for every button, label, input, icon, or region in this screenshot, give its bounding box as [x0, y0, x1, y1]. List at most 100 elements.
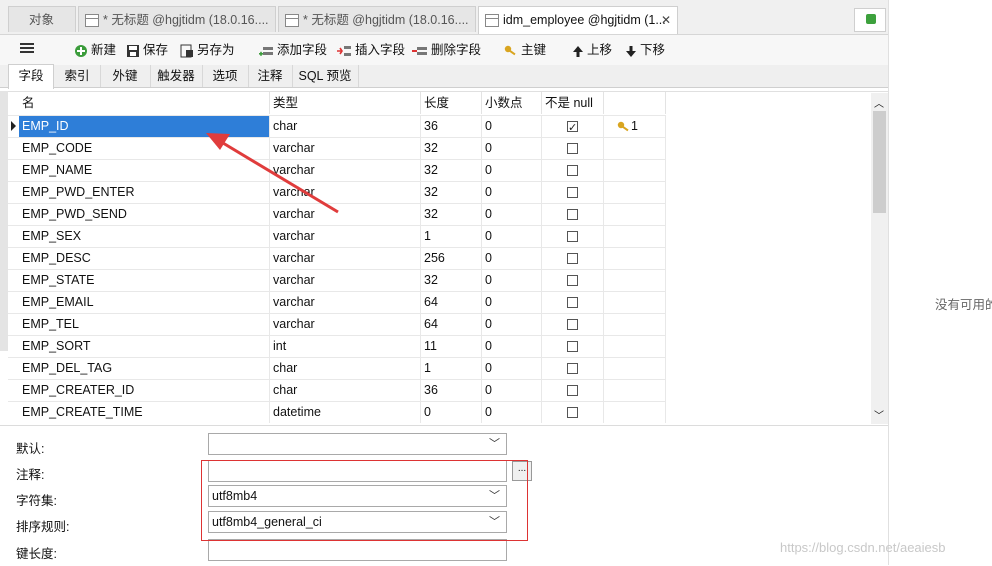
not-null-checkbox[interactable] — [567, 165, 578, 176]
table-row[interactable]: EMP_DEL_TAG char 1 0 — [8, 357, 666, 379]
cell-length[interactable]: 11 — [421, 336, 482, 357]
cell-decimals[interactable]: 0 — [482, 226, 542, 247]
cell-type[interactable]: datetime — [270, 402, 421, 423]
move-down-button[interactable]: 下移 — [625, 41, 665, 59]
cell-type[interactable]: varchar — [270, 314, 421, 335]
tab-fields[interactable]: 字段 — [8, 64, 54, 89]
not-null-checkbox[interactable] — [567, 341, 578, 352]
cell-length[interactable]: 64 — [421, 292, 482, 313]
not-null-checkbox[interactable] — [567, 407, 578, 418]
not-null-checkbox[interactable] — [567, 363, 578, 374]
not-null-checkbox[interactable] — [567, 231, 578, 242]
add-field-button[interactable]: 添加字段 — [258, 41, 327, 59]
cell-decimals[interactable]: 0 — [482, 182, 542, 203]
not-null-checkbox[interactable] — [567, 209, 578, 220]
menu-icon[interactable] — [20, 41, 34, 55]
table-row[interactable]: EMP_STATE varchar 32 0 — [8, 269, 666, 291]
scrollbar-thumb[interactable] — [873, 111, 886, 213]
cell-decimals[interactable]: 0 — [482, 116, 542, 137]
cell-decimals[interactable]: 0 — [482, 138, 542, 159]
grid-scrollbar[interactable]: ︿ ﹀ — [871, 93, 888, 424]
cell-name[interactable]: EMP_SORT — [19, 336, 270, 357]
table-row[interactable]: EMP_SORT int 11 0 — [8, 335, 666, 357]
close-icon[interactable]: ✕ — [661, 7, 671, 33]
cell-type[interactable]: char — [270, 358, 421, 379]
column-header-not-null[interactable]: 不是 null — [542, 92, 604, 114]
cell-decimals[interactable]: 0 — [482, 336, 542, 357]
delete-field-button[interactable]: 删除字段 — [412, 41, 481, 59]
tab-untitled-2[interactable]: * 无标题 @hgjtidm (18.0.16.... — [278, 6, 476, 32]
cell-length[interactable]: 36 — [421, 116, 482, 137]
not-null-checkbox[interactable] — [567, 297, 578, 308]
column-header-type[interactable]: 类型 — [270, 92, 421, 114]
cell-type[interactable]: varchar — [270, 248, 421, 269]
not-null-checkbox[interactable] — [567, 319, 578, 330]
cell-name[interactable]: EMP_SEX — [19, 226, 270, 247]
cell-name[interactable]: EMP_CREATER_ID — [19, 380, 270, 401]
table-row[interactable]: EMP_SEX varchar 1 0 — [8, 225, 666, 247]
tab-objects[interactable]: 对象 — [8, 6, 76, 32]
cell-name[interactable]: EMP_DEL_TAG — [19, 358, 270, 379]
tab-foreign-keys[interactable]: 外键 — [100, 65, 151, 87]
cell-decimals[interactable]: 0 — [482, 248, 542, 269]
new-tab-button[interactable] — [854, 8, 886, 32]
move-up-button[interactable]: 上移 — [572, 41, 612, 59]
cell-length[interactable]: 32 — [421, 182, 482, 203]
not-null-checkbox[interactable] — [567, 187, 578, 198]
cell-decimals[interactable]: 0 — [482, 380, 542, 401]
column-header-decimals[interactable]: 小数点 — [482, 92, 542, 114]
save-as-button[interactable]: 另存为 — [180, 41, 235, 59]
not-null-checkbox[interactable] — [567, 385, 578, 396]
cell-length[interactable]: 32 — [421, 270, 482, 291]
table-row[interactable]: EMP_DESC varchar 256 0 — [8, 247, 666, 269]
cell-length[interactable]: 32 — [421, 204, 482, 225]
cell-decimals[interactable]: 0 — [482, 292, 542, 313]
column-header-length[interactable]: 长度 — [421, 92, 482, 114]
chevron-down-icon[interactable]: ﹀ — [874, 407, 884, 422]
cell-decimals[interactable]: 0 — [482, 358, 542, 379]
new-button[interactable]: 新建 — [74, 41, 116, 59]
cell-length[interactable]: 1 — [421, 358, 482, 379]
cell-decimals[interactable]: 0 — [482, 402, 542, 423]
cell-length[interactable]: 1 — [421, 226, 482, 247]
cell-type[interactable]: varchar — [270, 270, 421, 291]
cell-decimals[interactable]: 0 — [482, 270, 542, 291]
cell-length[interactable]: 36 — [421, 380, 482, 401]
cell-name[interactable]: EMP_DESC — [19, 248, 270, 269]
cell-type[interactable]: char — [270, 380, 421, 401]
tab-indexes[interactable]: 索引 — [54, 65, 101, 87]
cell-length[interactable]: 32 — [421, 138, 482, 159]
tab-idm-employee[interactable]: idm_employee @hgjtidm (1... ✕ — [478, 6, 678, 34]
table-row[interactable]: EMP_TEL varchar 64 0 — [8, 313, 666, 335]
not-null-checkbox[interactable] — [567, 253, 578, 264]
cell-decimals[interactable]: 0 — [482, 204, 542, 225]
primary-key-button[interactable]: 主键 — [504, 41, 546, 59]
default-select[interactable]: ﹀ — [208, 433, 507, 455]
tab-comment[interactable]: 注释 — [248, 65, 293, 87]
key-length-input[interactable] — [208, 539, 507, 561]
not-null-checkbox[interactable] — [567, 143, 578, 154]
cell-type[interactable]: varchar — [270, 292, 421, 313]
column-header-name[interactable]: 名 — [19, 92, 270, 114]
tab-untitled-1[interactable]: * 无标题 @hgjtidm (18.0.16.... — [78, 6, 276, 32]
cell-decimals[interactable]: 0 — [482, 160, 542, 181]
table-row[interactable]: EMP_CREATER_ID char 36 0 — [8, 379, 666, 401]
left-splitter[interactable] — [0, 91, 8, 351]
cell-length[interactable]: 32 — [421, 160, 482, 181]
chevron-up-icon[interactable]: ︿ — [874, 95, 884, 110]
tab-options[interactable]: 选项 — [202, 65, 249, 87]
cell-name[interactable]: EMP_CREATE_TIME — [19, 402, 270, 423]
insert-field-button[interactable]: 插入字段 — [336, 41, 405, 59]
cell-length[interactable]: 64 — [421, 314, 482, 335]
cell-decimals[interactable]: 0 — [482, 314, 542, 335]
cell-length[interactable]: 256 — [421, 248, 482, 269]
cell-name[interactable]: EMP_EMAIL — [19, 292, 270, 313]
cell-length[interactable]: 0 — [421, 402, 482, 423]
save-button[interactable]: 保存 — [126, 41, 168, 59]
tab-sql-preview[interactable]: SQL 预览 — [292, 65, 359, 87]
not-null-checkbox[interactable] — [567, 275, 578, 286]
not-null-checkbox[interactable] — [567, 118, 578, 137]
cell-type[interactable]: int — [270, 336, 421, 357]
cell-type[interactable]: varchar — [270, 226, 421, 247]
cell-name[interactable]: EMP_TEL — [19, 314, 270, 335]
